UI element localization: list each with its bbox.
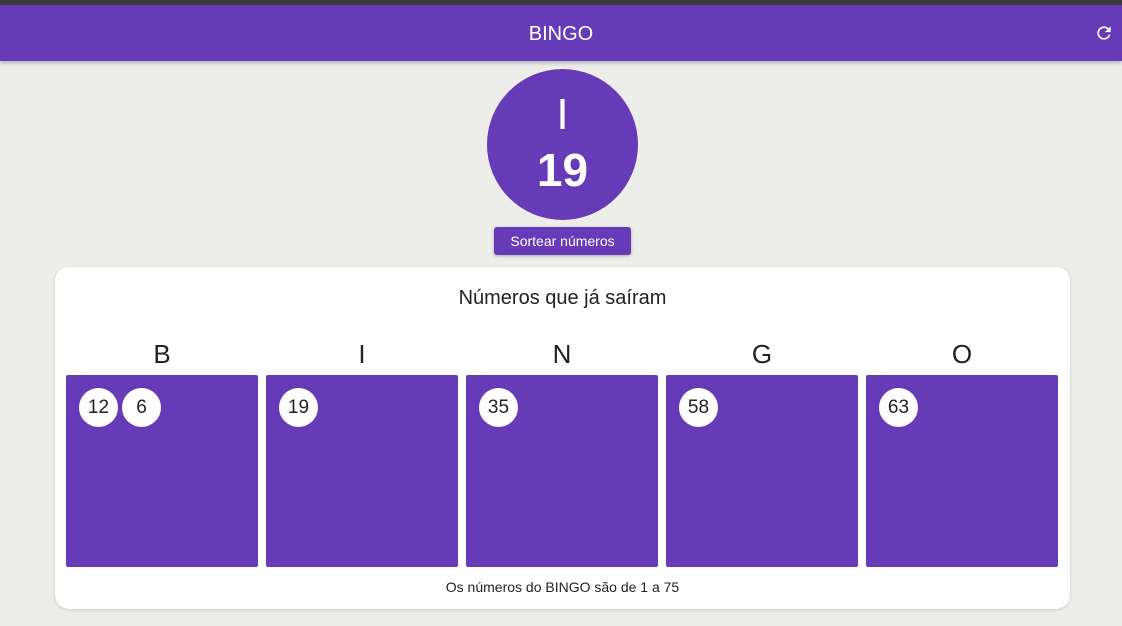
app-title: BINGO [528,23,594,45]
number-chip: 58 [679,388,718,427]
current-ball-letter: I [556,90,569,139]
number-chip: 35 [479,388,518,427]
column-letter-g: G [751,339,773,369]
refresh-icon [1097,26,1111,40]
number-chip: 63 [879,388,918,427]
column-box-b: 12 6 [66,375,258,567]
draw-numbers-button[interactable]: Sortear números [494,227,631,255]
current-ball-number: 19 [536,144,589,196]
refresh-button[interactable] [1092,21,1116,45]
number-chip: 6 [122,388,161,427]
app-bar: BINGO [0,5,1122,61]
column-box-i: 19 [266,375,458,567]
column-box-o: 63 [866,375,1058,567]
column-letter-i: I [358,339,366,369]
current-ball: I 19 [487,69,638,220]
range-note: Os números do BINGO são de 1 a 75 [445,579,680,595]
column-box-n: 35 [466,375,658,567]
number-chip: 12 [79,388,118,427]
column-letter-n: N [552,339,572,369]
column-letter-o: O [951,339,973,369]
number-chip: 19 [279,388,318,427]
column-box-g: 58 [666,375,858,567]
drawn-numbers-heading: Números que já saíram [458,287,667,309]
column-letter-b: B [153,339,171,369]
drawn-numbers-card: Números que já saíram B I N G O 12 6 19 … [55,267,1070,609]
